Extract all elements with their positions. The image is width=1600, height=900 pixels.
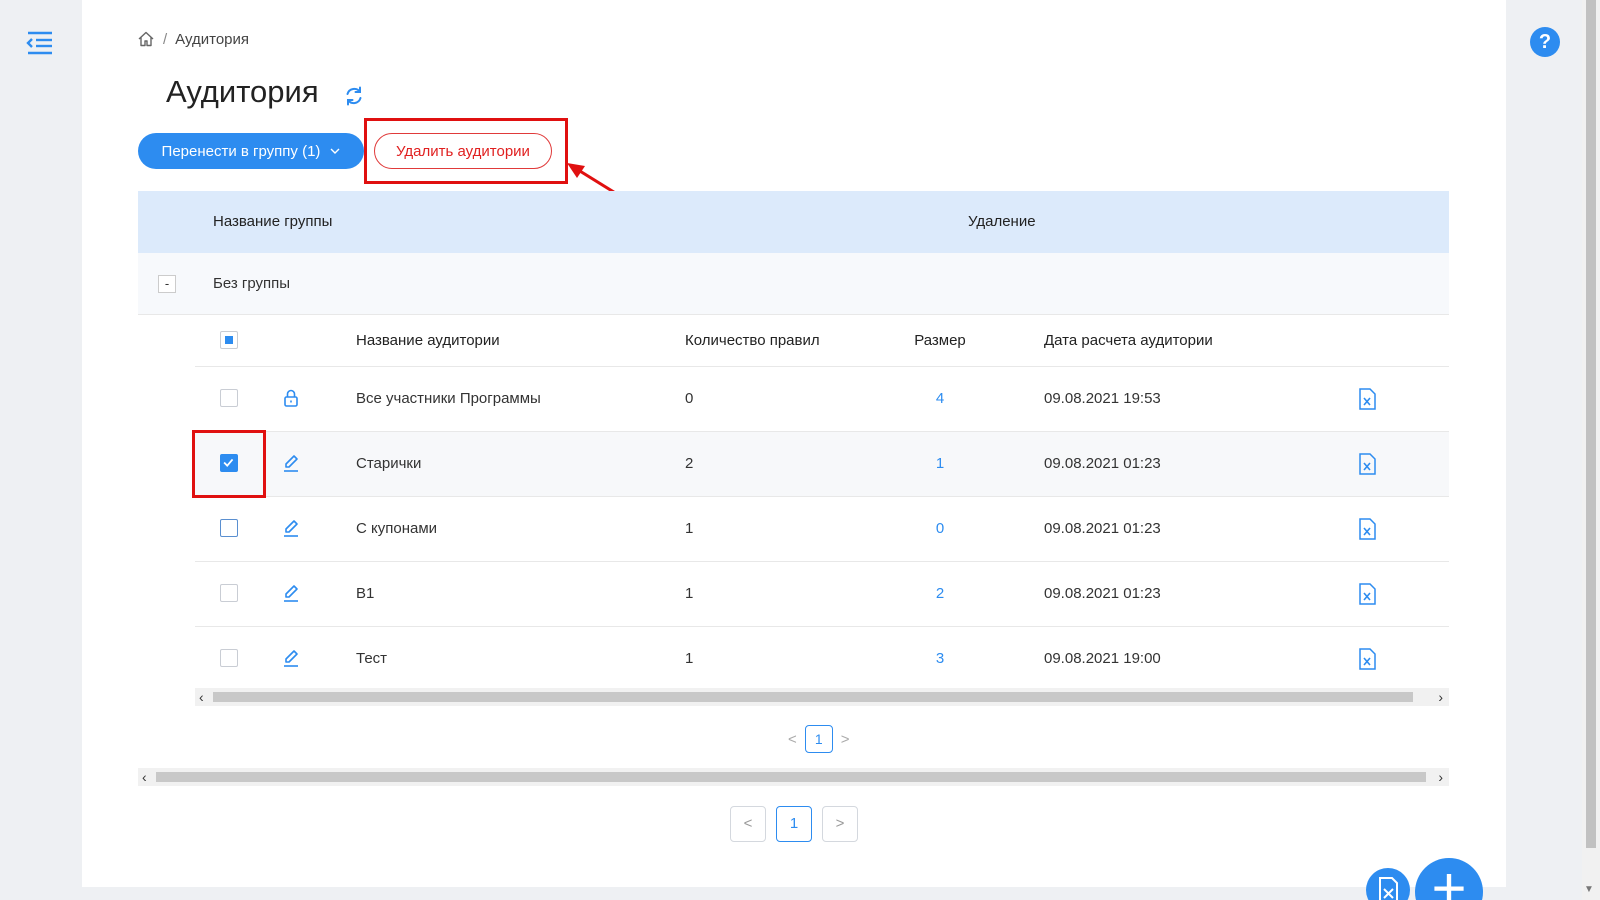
calc-date: 09.08.2021 01:23 bbox=[1044, 585, 1161, 602]
group-name: Без группы bbox=[213, 275, 291, 292]
inner-next-page-icon[interactable]: > bbox=[841, 731, 850, 748]
audience-table-header: Название аудитории Количество правил Раз… bbox=[195, 315, 1449, 367]
scroll-down-arrow-icon[interactable]: ▼ bbox=[1584, 884, 1594, 895]
select-all-cell bbox=[220, 331, 238, 353]
calc-date: 09.08.2021 19:53 bbox=[1044, 390, 1161, 407]
row-checkbox[interactable] bbox=[220, 519, 238, 537]
select-all-checkbox[interactable] bbox=[220, 331, 238, 349]
rules-count: 2 bbox=[685, 455, 694, 472]
move-to-group-label: Перенести в группу (1) bbox=[161, 142, 321, 160]
audience-size-link[interactable]: 4 bbox=[885, 390, 995, 407]
checkmark-icon bbox=[223, 458, 234, 467]
audience-size-link[interactable]: 2 bbox=[885, 585, 995, 602]
rules-count: 1 bbox=[685, 520, 694, 537]
outer-table-scrollbar[interactable]: ‹ › bbox=[138, 768, 1449, 786]
row-select-cell bbox=[220, 389, 238, 411]
edit-icon[interactable] bbox=[281, 518, 301, 538]
column-header-name: Название аудитории bbox=[356, 332, 500, 349]
breadcrumb-current: Аудитория bbox=[175, 30, 250, 48]
row-checkbox[interactable] bbox=[220, 389, 238, 407]
move-to-group-button[interactable]: Перенести в группу (1) bbox=[138, 133, 364, 169]
excel-export-icon[interactable] bbox=[1357, 518, 1377, 540]
row-select-cell bbox=[220, 649, 238, 671]
table-row: С купонами 1 0 09.08.2021 01:23 bbox=[195, 497, 1449, 562]
rules-count: 1 bbox=[685, 585, 694, 602]
outer-pagination: < 1 > bbox=[730, 806, 858, 842]
excel-export-icon[interactable] bbox=[1357, 453, 1377, 475]
audience-size-link[interactable]: 1 bbox=[885, 455, 995, 472]
delete-audiences-button[interactable]: Удалить аудитории bbox=[374, 133, 552, 169]
group-table-header: Название группы Удаление bbox=[138, 191, 1449, 253]
table-row: Тест 1 3 09.08.2021 19:00 bbox=[195, 627, 1449, 692]
row-select-cell bbox=[220, 519, 238, 541]
row-checkbox[interactable] bbox=[220, 584, 238, 602]
scroll-left-arrow-icon[interactable]: ‹ bbox=[199, 688, 204, 706]
column-header-size: Размер bbox=[914, 332, 966, 349]
calc-date: 09.08.2021 19:00 bbox=[1044, 650, 1161, 667]
collapse-group-button[interactable]: - bbox=[158, 275, 176, 293]
page-title: Аудитория bbox=[166, 74, 319, 109]
breadcrumb-separator: / bbox=[163, 30, 168, 48]
calc-date: 09.08.2021 01:23 bbox=[1044, 520, 1161, 537]
table-row: Старички 2 1 09.08.2021 01:23 bbox=[195, 432, 1449, 497]
row-select-cell bbox=[220, 454, 238, 476]
scroll-left-arrow-icon[interactable]: ‹ bbox=[142, 768, 147, 786]
audience-table: Название аудитории Количество правил Раз… bbox=[195, 315, 1449, 692]
excel-icon bbox=[1379, 877, 1398, 900]
scroll-right-arrow-icon[interactable]: › bbox=[1438, 688, 1443, 706]
edit-icon[interactable] bbox=[281, 648, 301, 668]
outer-scrollbar-thumb[interactable] bbox=[156, 772, 1426, 782]
outer-prev-page-button[interactable]: < bbox=[730, 806, 766, 842]
inner-table-scrollbar[interactable]: ‹ › bbox=[195, 688, 1449, 706]
rules-count: 0 bbox=[685, 390, 694, 407]
export-excel-fab[interactable] bbox=[1366, 868, 1410, 900]
column-header-delete: Удаление bbox=[968, 213, 1036, 230]
row-checkbox[interactable] bbox=[220, 454, 238, 472]
inner-pagination: < 1 > bbox=[788, 725, 850, 753]
audience-size-link[interactable]: 3 bbox=[885, 650, 995, 667]
group-row: - Без группы bbox=[138, 253, 1449, 315]
audience-name: Старички bbox=[356, 455, 422, 472]
row-select-cell bbox=[220, 584, 238, 606]
lock-icon bbox=[284, 389, 298, 407]
excel-export-icon[interactable] bbox=[1357, 388, 1377, 410]
refresh-icon[interactable] bbox=[343, 85, 365, 107]
excel-export-icon[interactable] bbox=[1357, 648, 1377, 670]
page-scrollbar-thumb[interactable] bbox=[1586, 0, 1596, 848]
left-rail bbox=[0, 0, 82, 900]
column-header-rules: Количество правил bbox=[685, 332, 820, 349]
audience-name: В1 bbox=[356, 585, 375, 602]
help-button[interactable]: ? bbox=[1530, 27, 1560, 57]
audience-name: С купонами bbox=[356, 520, 438, 537]
outer-next-page-button[interactable]: > bbox=[822, 806, 858, 842]
edit-icon[interactable] bbox=[281, 583, 301, 603]
table-row: В1 1 2 09.08.2021 01:23 bbox=[195, 562, 1449, 627]
column-header-group-name: Название группы bbox=[213, 213, 333, 230]
audience-name: Все участники Программы bbox=[356, 390, 541, 407]
row-checkbox[interactable] bbox=[220, 649, 238, 667]
home-icon[interactable] bbox=[137, 30, 155, 48]
rules-count: 1 bbox=[685, 650, 694, 667]
inner-prev-page-icon[interactable]: < bbox=[788, 731, 797, 748]
chevron-down-icon bbox=[330, 148, 340, 154]
menu-collapse-icon[interactable] bbox=[26, 30, 54, 56]
calc-date: 09.08.2021 01:23 bbox=[1044, 455, 1161, 472]
audience-name: Тест bbox=[356, 650, 388, 667]
excel-export-icon[interactable] bbox=[1357, 583, 1377, 605]
column-header-date: Дата расчета аудитории bbox=[1044, 332, 1213, 349]
table-row: Все участники Программы 0 4 09.08.2021 1… bbox=[195, 367, 1449, 432]
inner-scrollbar-thumb[interactable] bbox=[213, 692, 1413, 702]
breadcrumb: / Аудитория bbox=[137, 30, 249, 48]
outer-page-button[interactable]: 1 bbox=[776, 806, 812, 842]
inner-page-button[interactable]: 1 bbox=[804, 725, 833, 753]
edit-icon[interactable] bbox=[281, 453, 301, 473]
audience-size-link[interactable]: 0 bbox=[885, 520, 995, 537]
scroll-right-arrow-icon[interactable]: › bbox=[1438, 768, 1443, 786]
